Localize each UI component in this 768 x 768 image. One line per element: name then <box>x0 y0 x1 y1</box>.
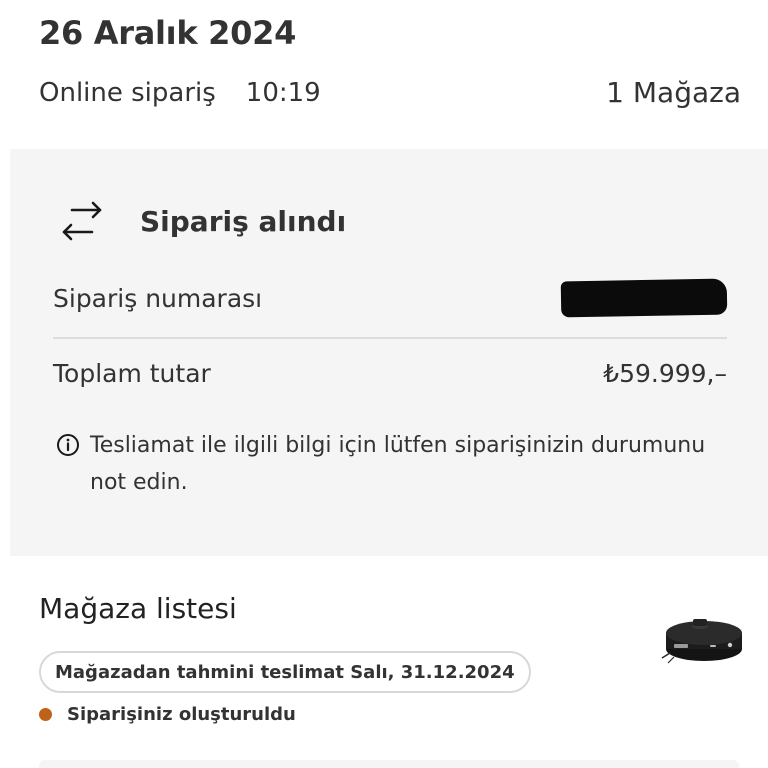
order-status-header: Sipariş alındı <box>58 193 346 249</box>
order-number-row: Sipariş numarası <box>53 278 728 318</box>
order-total-label: Toplam tutar <box>53 359 211 388</box>
divider <box>53 337 727 339</box>
order-meta-row: Online sipariş 10:19 1 Mağaza <box>39 76 741 109</box>
order-time: 10:19 <box>245 77 321 108</box>
order-creation-status: Siparişiniz oluşturuldu <box>39 704 296 725</box>
order-total-row: Toplam tutar ₺59.999,– <box>53 359 727 388</box>
store-count: 1 Mağaza <box>606 76 741 109</box>
delivery-notice-text: Tesliamat ile ilgili bilgi için lütfen s… <box>90 433 706 495</box>
order-type: Online sipariş <box>39 77 216 108</box>
robot-vacuum-image[interactable] <box>660 605 746 669</box>
info-icon <box>57 434 79 456</box>
delivery-notice: Tesliamat ile ilgili bilgi için lütfen s… <box>56 427 736 501</box>
order-date: 26 Aralık 2024 <box>39 14 297 52</box>
swap-arrows-icon <box>62 201 102 241</box>
redacted-order-number <box>560 278 728 318</box>
order-creation-status-text: Siparişiniz oluşturuldu <box>67 704 296 725</box>
store-list-title: Mağaza listesi <box>39 592 237 625</box>
order-number-label: Sipariş numarası <box>53 283 263 313</box>
order-total-value: ₺59.999,– <box>603 359 727 388</box>
delivery-estimate-badge: Mağazadan tahmini teslimat Salı, 31.12.2… <box>39 651 531 693</box>
order-status-card: Sipariş alındı Sipariş numarası Toplam t… <box>10 149 768 556</box>
order-status-title: Sipariş alındı <box>140 204 347 238</box>
next-card-edge <box>39 760 739 768</box>
status-dot-icon <box>39 708 52 721</box>
